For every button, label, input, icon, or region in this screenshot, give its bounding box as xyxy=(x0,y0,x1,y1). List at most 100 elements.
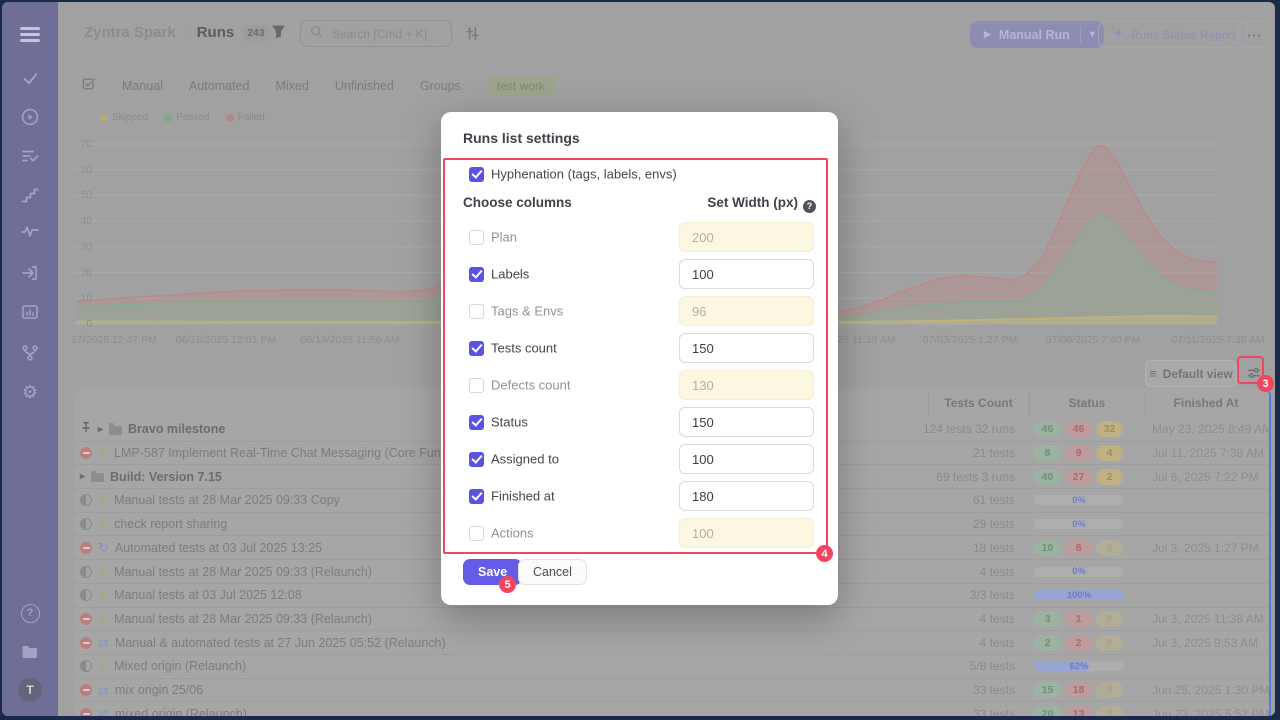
column-header-status[interactable]: Status xyxy=(1029,388,1145,418)
integrations-fork-icon[interactable] xyxy=(2,343,58,363)
column-width-input-assigned-to[interactable] xyxy=(679,444,814,474)
column-checkbox-defects-count[interactable] xyxy=(469,378,484,393)
header-separator xyxy=(928,392,929,416)
column-header-finished-at[interactable]: Finished At xyxy=(1145,388,1267,418)
modal-column-row-assigned-to: Assigned to xyxy=(441,444,838,474)
run-name[interactable]: ✳Manual tests at 03 Jul 2025 12:08 xyxy=(80,584,302,607)
search-settings-icon[interactable] xyxy=(464,25,481,47)
analytics-icon[interactable] xyxy=(2,302,58,322)
table-row[interactable]: ✳Manual tests at 28 Mar 2025 09:33 (Rela… xyxy=(75,608,1269,632)
status-in-progress-icon xyxy=(80,518,92,530)
finished-at-cell: Jul 3, 2025 1:27 PM xyxy=(1152,537,1259,560)
column-checkbox-plan[interactable] xyxy=(469,230,484,245)
default-view-button[interactable]: ≡ Default view xyxy=(1145,360,1237,387)
run-name[interactable]: ✳Manual tests at 28 Mar 2025 09:33 (Rela… xyxy=(80,608,372,631)
column-width-input-finished-at[interactable] xyxy=(679,481,814,511)
run-name[interactable]: ✳LMP-587 Implement Real-Time Chat Messag… xyxy=(80,442,474,465)
more-button[interactable]: ⋯ xyxy=(1238,21,1270,48)
column-checkbox-assigned-to[interactable] xyxy=(469,452,484,467)
table-row[interactable]: ⇄mix origin 25/0633 tests15180Jun 25, 20… xyxy=(75,679,1269,703)
search-input[interactable] xyxy=(330,26,444,42)
status-in-progress-icon xyxy=(80,494,92,506)
modal-title: Runs list settings xyxy=(463,130,580,146)
column-width-input-defects-count[interactable] xyxy=(679,370,814,400)
run-name[interactable]: ✳Mixed origin (Relaunch) xyxy=(80,655,246,678)
run-name-label: Build: Version 7.15 xyxy=(110,470,222,484)
run-name[interactable]: ▸Bravo milestone xyxy=(80,418,225,441)
column-checkbox-labels[interactable] xyxy=(469,267,484,282)
run-name[interactable]: ⇄mixed origin (Relaunch) xyxy=(80,702,247,716)
column-width-input-actions[interactable] xyxy=(679,518,814,548)
tab-unfinished[interactable]: Unfinished xyxy=(335,79,394,93)
column-checkbox-tags-envs[interactable] xyxy=(469,304,484,319)
test-plans-icon[interactable] xyxy=(2,146,58,166)
tests-count-cell: 33 tests xyxy=(865,679,1015,702)
y-tick-30: 30 xyxy=(68,242,92,253)
status-badge-skipped: 2 xyxy=(1096,469,1123,485)
y-tick-70: 70 xyxy=(68,139,92,150)
column-width-input-status[interactable] xyxy=(679,407,814,437)
help-question-icon[interactable]: ? xyxy=(803,200,816,213)
expand-caret-icon[interactable]: ▸ xyxy=(80,471,85,482)
status-badge-skipped: 0 xyxy=(1096,540,1123,556)
table-row[interactable]: ⇄mixed origin (Relaunch)33 tests20130Jun… xyxy=(75,702,1269,716)
tests-count-cell: 21 tests xyxy=(865,442,1015,465)
imports-icon[interactable] xyxy=(2,263,58,283)
manual-run-button[interactable]: ▶ Manual Run ▾ xyxy=(970,21,1104,48)
filter-funnel-icon[interactable] xyxy=(270,23,287,45)
cancel-button[interactable]: Cancel xyxy=(518,559,587,585)
run-name[interactable]: ✳check report sharing xyxy=(80,513,227,536)
mixed-run-type-icon: ⇄ xyxy=(98,684,109,697)
column-checkbox-actions[interactable] xyxy=(469,526,484,541)
run-name-label: Manual tests at 03 Jul 2025 12:08 xyxy=(114,588,302,602)
hyphenation-row: Hyphenation (tags, labels, envs) xyxy=(441,159,838,189)
status-badge-skipped: 4 xyxy=(1096,445,1123,461)
breadcrumb-project[interactable]: Zyntra Spark xyxy=(84,24,176,41)
list-icon: ≡ xyxy=(1149,366,1157,381)
run-name-label: Manual tests at 28 Mar 2025 09:33 (Relau… xyxy=(114,612,372,626)
tab-mixed[interactable]: Mixed xyxy=(275,79,308,93)
milestones-icon[interactable] xyxy=(2,185,58,205)
column-checkbox-tests-count[interactable] xyxy=(469,341,484,356)
tag-filter-chip[interactable]: test work xyxy=(487,76,555,96)
run-name[interactable]: ✳Manual tests at 28 Mar 2025 09:33 Copy xyxy=(80,489,340,512)
tab-manual[interactable]: Manual xyxy=(122,79,163,93)
run-name[interactable]: ▸ Build: Version 7.15 xyxy=(80,465,222,488)
projects-folder-icon[interactable] xyxy=(2,642,58,662)
column-width-input-tags-envs[interactable] xyxy=(679,296,814,326)
select-runs-icon[interactable] xyxy=(82,77,96,96)
runs-play-icon[interactable] xyxy=(2,107,58,127)
column-width-input-plan[interactable] xyxy=(679,222,814,252)
y-tick-60: 60 xyxy=(68,165,92,176)
tests-check-icon[interactable] xyxy=(2,68,58,88)
help-icon[interactable]: ? xyxy=(2,603,58,623)
column-checkbox-finished-at[interactable] xyxy=(469,489,484,504)
status-badge-failed: 9 xyxy=(1065,445,1092,461)
tab-groups[interactable]: Groups xyxy=(420,79,461,93)
column-header-tests-count[interactable]: Tests Count xyxy=(928,388,1029,418)
hyphenation-checkbox[interactable] xyxy=(469,167,484,182)
pulse-icon[interactable] xyxy=(2,221,58,241)
status-badge-passed: 3 xyxy=(1034,611,1061,627)
run-name[interactable]: ⇄mix origin 25/06 xyxy=(80,679,203,702)
run-name[interactable]: ⇄Manual & automated tests at 27 Jun 2025… xyxy=(80,631,446,654)
run-name[interactable]: ↻Automated tests at 03 Jul 2025 13:25 xyxy=(80,537,322,560)
menu-icon[interactable] xyxy=(2,24,58,44)
table-row[interactable]: ⇄Manual & automated tests at 27 Jun 2025… xyxy=(75,631,1269,655)
column-label: Finished at xyxy=(491,489,555,504)
legend-dot-passed xyxy=(164,114,172,122)
column-width-input-tests-count[interactable] xyxy=(679,333,814,363)
tab-automated[interactable]: Automated xyxy=(189,79,249,93)
runs-list-settings-modal: Runs list settings Hyphenation (tags, la… xyxy=(441,112,838,605)
runs-status-report-button[interactable]: Runs Status Report xyxy=(1098,21,1248,48)
run-name[interactable]: ✳Manual tests at 28 Mar 2025 09:33 (Rela… xyxy=(80,560,372,583)
expand-caret-icon[interactable]: ▸ xyxy=(98,424,103,435)
progress-label: 100% xyxy=(1034,590,1124,601)
chart-legend: SkippedPassedFailed xyxy=(100,112,265,123)
avatar[interactable]: T xyxy=(2,677,58,703)
column-width-input-labels[interactable] xyxy=(679,259,814,289)
finished-at-cell: Jun 23, 2025 5:52 PM xyxy=(1152,702,1269,716)
table-row[interactable]: ✳Mixed origin (Relaunch)5/8 tests62% xyxy=(75,655,1269,679)
settings-gear-icon[interactable]: ⚙ xyxy=(2,382,58,402)
column-checkbox-status[interactable] xyxy=(469,415,484,430)
